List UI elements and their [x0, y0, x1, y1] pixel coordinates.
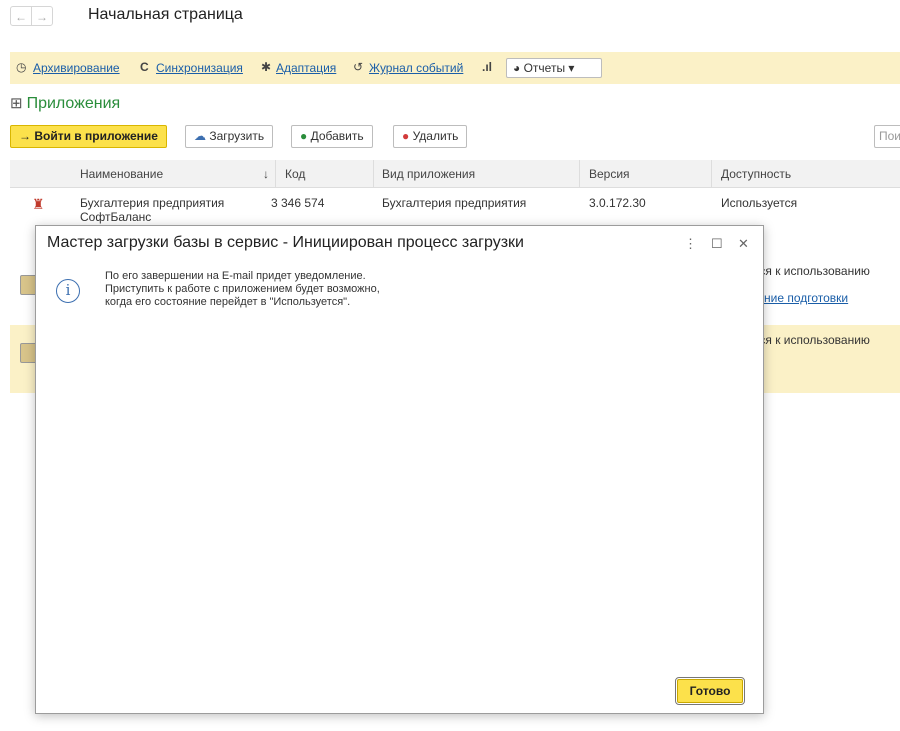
- column-availability[interactable]: Доступность: [721, 167, 791, 181]
- sync-link[interactable]: Синхронизация: [156, 61, 243, 75]
- delete-icon: ●: [402, 129, 410, 143]
- reports-label: Отчеты: [523, 61, 566, 75]
- column-kind[interactable]: Вид приложения: [382, 167, 475, 181]
- column-code[interactable]: Код: [285, 167, 305, 181]
- clock-icon: ◷: [16, 60, 27, 74]
- row-status: тся к использованию: [754, 333, 870, 347]
- archive-link[interactable]: Архивирование: [33, 61, 120, 75]
- column-version[interactable]: Версия: [589, 167, 630, 181]
- history-icon: ↺: [353, 60, 364, 74]
- row-status: тся к использованию: [754, 264, 870, 278]
- app-icon: ♜: [32, 196, 45, 212]
- reports-button[interactable]: ◕ Отчеты ▾: [506, 58, 602, 78]
- row-code: 3 346 574: [271, 196, 325, 210]
- column-name[interactable]: Наименование: [80, 167, 163, 181]
- event-log-link[interactable]: Журнал событий: [369, 61, 463, 75]
- sort-arrow-icon[interactable]: ↓: [263, 167, 269, 181]
- close-icon[interactable]: ✕: [738, 236, 749, 252]
- enter-app-label: Войти в приложение: [34, 129, 158, 143]
- add-button[interactable]: ● Добавить: [291, 125, 373, 148]
- message-line-2: Приступить к работе с приложением будет …: [105, 283, 380, 295]
- upload-wizard-dialog: Мастер загрузки базы в сервис - Иницииро…: [35, 225, 764, 714]
- enter-icon: →: [19, 129, 31, 143]
- delete-button[interactable]: ● Удалить: [393, 125, 468, 148]
- forward-button[interactable]: →: [31, 6, 53, 26]
- back-button[interactable]: ←: [10, 6, 32, 26]
- puzzle-icon: ✱: [261, 60, 272, 74]
- row-name-line1: Бухгалтерия предприятия: [80, 196, 225, 210]
- message-line-1: По его завершении на E-mail придет уведо…: [105, 270, 366, 282]
- section-title-label: Приложения: [26, 95, 121, 112]
- cloud-upload-icon: ☁: [194, 129, 206, 143]
- adapt-link[interactable]: Адаптация: [276, 61, 336, 75]
- upload-label: Загрузить: [209, 129, 265, 143]
- upload-button[interactable]: ☁ Загрузить: [185, 125, 274, 148]
- section-title: ⊞ Приложения: [10, 94, 120, 113]
- delete-label: Удалить: [412, 129, 459, 143]
- row-name-line2: СофтБаланс: [80, 210, 152, 224]
- chevron-down-icon: ▾: [568, 61, 575, 75]
- chart-icon[interactable]: .ıl: [482, 60, 492, 74]
- plus-icon: ●: [300, 129, 308, 143]
- add-label: Добавить: [310, 129, 364, 143]
- info-icon: i: [56, 279, 80, 303]
- top-bar: ← → Начальная страница: [0, 0, 900, 34]
- search-input[interactable]: Пои: [874, 125, 900, 148]
- pie-chart-icon: ◕: [513, 61, 521, 75]
- refresh-icon: C: [140, 60, 149, 74]
- message-line-3: когда его состояние перейдет в "Использу…: [105, 296, 351, 308]
- row-kind: Бухгалтерия предприятия: [382, 196, 527, 210]
- done-button[interactable]: Готово: [675, 677, 745, 705]
- page-title: Начальная страница: [88, 6, 243, 23]
- maximize-icon[interactable]: ☐: [711, 236, 723, 252]
- enter-app-button[interactable]: → Войти в приложение: [10, 125, 167, 148]
- grid-icon: ⊞: [10, 95, 23, 112]
- command-bar: ◷ Архивирование C Синхронизация ✱ Адапта…: [10, 52, 900, 84]
- row-link[interactable]: ние подготовки: [764, 291, 848, 305]
- table-header: Наименование ↓ Код Вид приложения Версия…: [10, 160, 900, 188]
- dialog-title: Мастер загрузки базы в сервис - Иницииро…: [47, 234, 524, 251]
- row-version: 3.0.172.30: [589, 196, 646, 210]
- row-status: Используется: [721, 196, 798, 210]
- more-icon[interactable]: ⋮: [684, 236, 697, 252]
